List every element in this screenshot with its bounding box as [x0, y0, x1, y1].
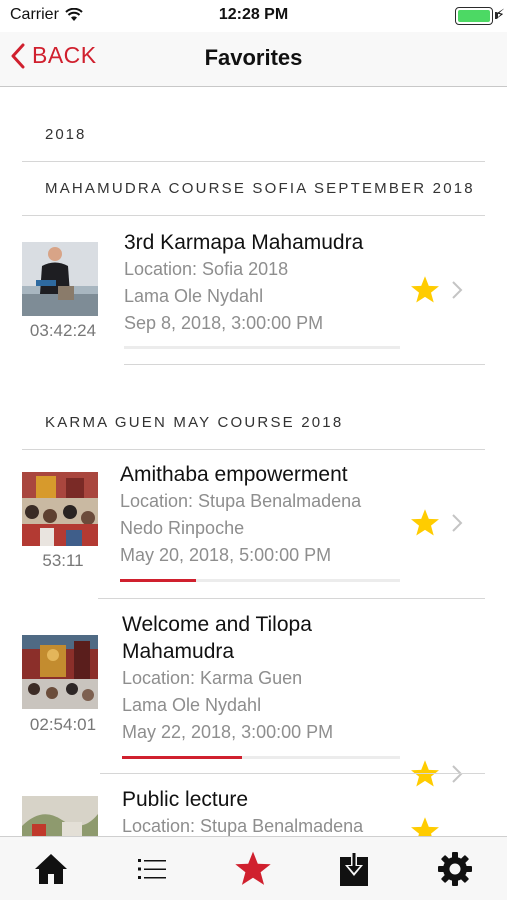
item-teacher: Nedo Rinpoche — [120, 518, 245, 538]
status-time: 12:28 PM — [218, 6, 289, 23]
item-title: Amithaba empowerment — [120, 463, 348, 486]
section-header: MAHAMUDRA COURSE SOFIA SEPTEMBER 2018 — [45, 180, 475, 197]
status-bar: Carrier 12:28 PM ⚡ — [0, 0, 507, 32]
download-icon — [340, 851, 368, 886]
section-header: KARMA GUEN MAY COURSE 2018 — [45, 414, 344, 431]
tab-favorites[interactable] — [231, 847, 275, 891]
video-thumbnail — [22, 635, 98, 709]
settings-icon — [438, 852, 472, 886]
tab-settings[interactable] — [433, 847, 477, 891]
tab-bar — [0, 836, 507, 900]
home-icon — [35, 854, 67, 884]
tab-list[interactable] — [130, 847, 174, 891]
item-date: May 20, 2018, 5:00:00 PM — [120, 545, 332, 565]
favorite-star-icon[interactable] — [409, 275, 441, 305]
list-item[interactable]: 02:54:01 Welcome and Tilopa Mahamudra Lo… — [22, 599, 485, 787]
page-title: Favorites — [204, 45, 303, 70]
item-title: 3rd Karmapa Mahamudra — [124, 231, 364, 254]
item-date: May 22, 2018, 3:00:00 PM — [122, 722, 334, 742]
item-location: Location: Stupa Benalmadena — [120, 491, 362, 511]
tab-downloads[interactable] — [332, 847, 376, 891]
video-duration: 53:11 — [42, 551, 84, 570]
divider — [124, 364, 485, 365]
video-duration: 02:54:01 — [29, 715, 97, 734]
item-date: Sep 8, 2018, 3:00:00 PM — [124, 313, 324, 333]
item-title-line: Welcome and Tilopa — [122, 613, 312, 636]
progress-fill — [120, 579, 196, 582]
progress-fill — [122, 756, 242, 759]
video-duration: 03:42:24 — [29, 321, 97, 340]
navigation-bar: BACK Favorites — [0, 32, 507, 87]
favorites-list[interactable]: 2018 MAHAMUDRA COURSE SOFIA SEPTEMBER 20… — [0, 88, 507, 836]
favorite-star-icon[interactable] — [409, 508, 441, 538]
item-location: Location: Stupa Benalmadena — [122, 816, 364, 836]
tab-home[interactable] — [29, 847, 73, 891]
year-header: 2018 — [45, 126, 87, 143]
list-item[interactable]: 53:11 Amithaba empowerment Location: Stu… — [22, 450, 485, 598]
progress-bar — [122, 756, 400, 759]
item-teacher: Lama Ole Nydahl — [122, 695, 262, 715]
progress-bar — [120, 579, 400, 582]
chevron-right-icon — [452, 514, 463, 532]
battery-icon — [455, 7, 493, 25]
chevron-right-icon — [452, 281, 463, 299]
charging-icon: ⚡ — [495, 6, 505, 22]
item-location: Location: Sofia 2018 — [124, 259, 289, 279]
item-teacher: Lama Ole Nydahl — [124, 286, 264, 306]
list-item[interactable]: 03:42:24 3rd Karmapa Mahamudra Location:… — [22, 216, 485, 366]
item-title-line: Mahamudra — [122, 640, 235, 663]
progress-bar — [124, 346, 400, 349]
item-title: Public lecture — [122, 788, 249, 811]
video-thumbnail — [22, 472, 98, 546]
item-location: Location: Karma Guen — [122, 668, 303, 688]
divider — [22, 161, 485, 162]
video-thumbnail — [22, 242, 98, 316]
video-thumbnail — [22, 796, 98, 836]
list-icon — [138, 859, 166, 879]
favorite-star-icon[interactable] — [409, 816, 441, 836]
item-title: Welcome and Tilopa Mahamudra — [122, 611, 312, 665]
star-icon — [235, 851, 271, 885]
list-item[interactable]: Public lecture Location: Stupa Benalmade… — [22, 774, 485, 836]
